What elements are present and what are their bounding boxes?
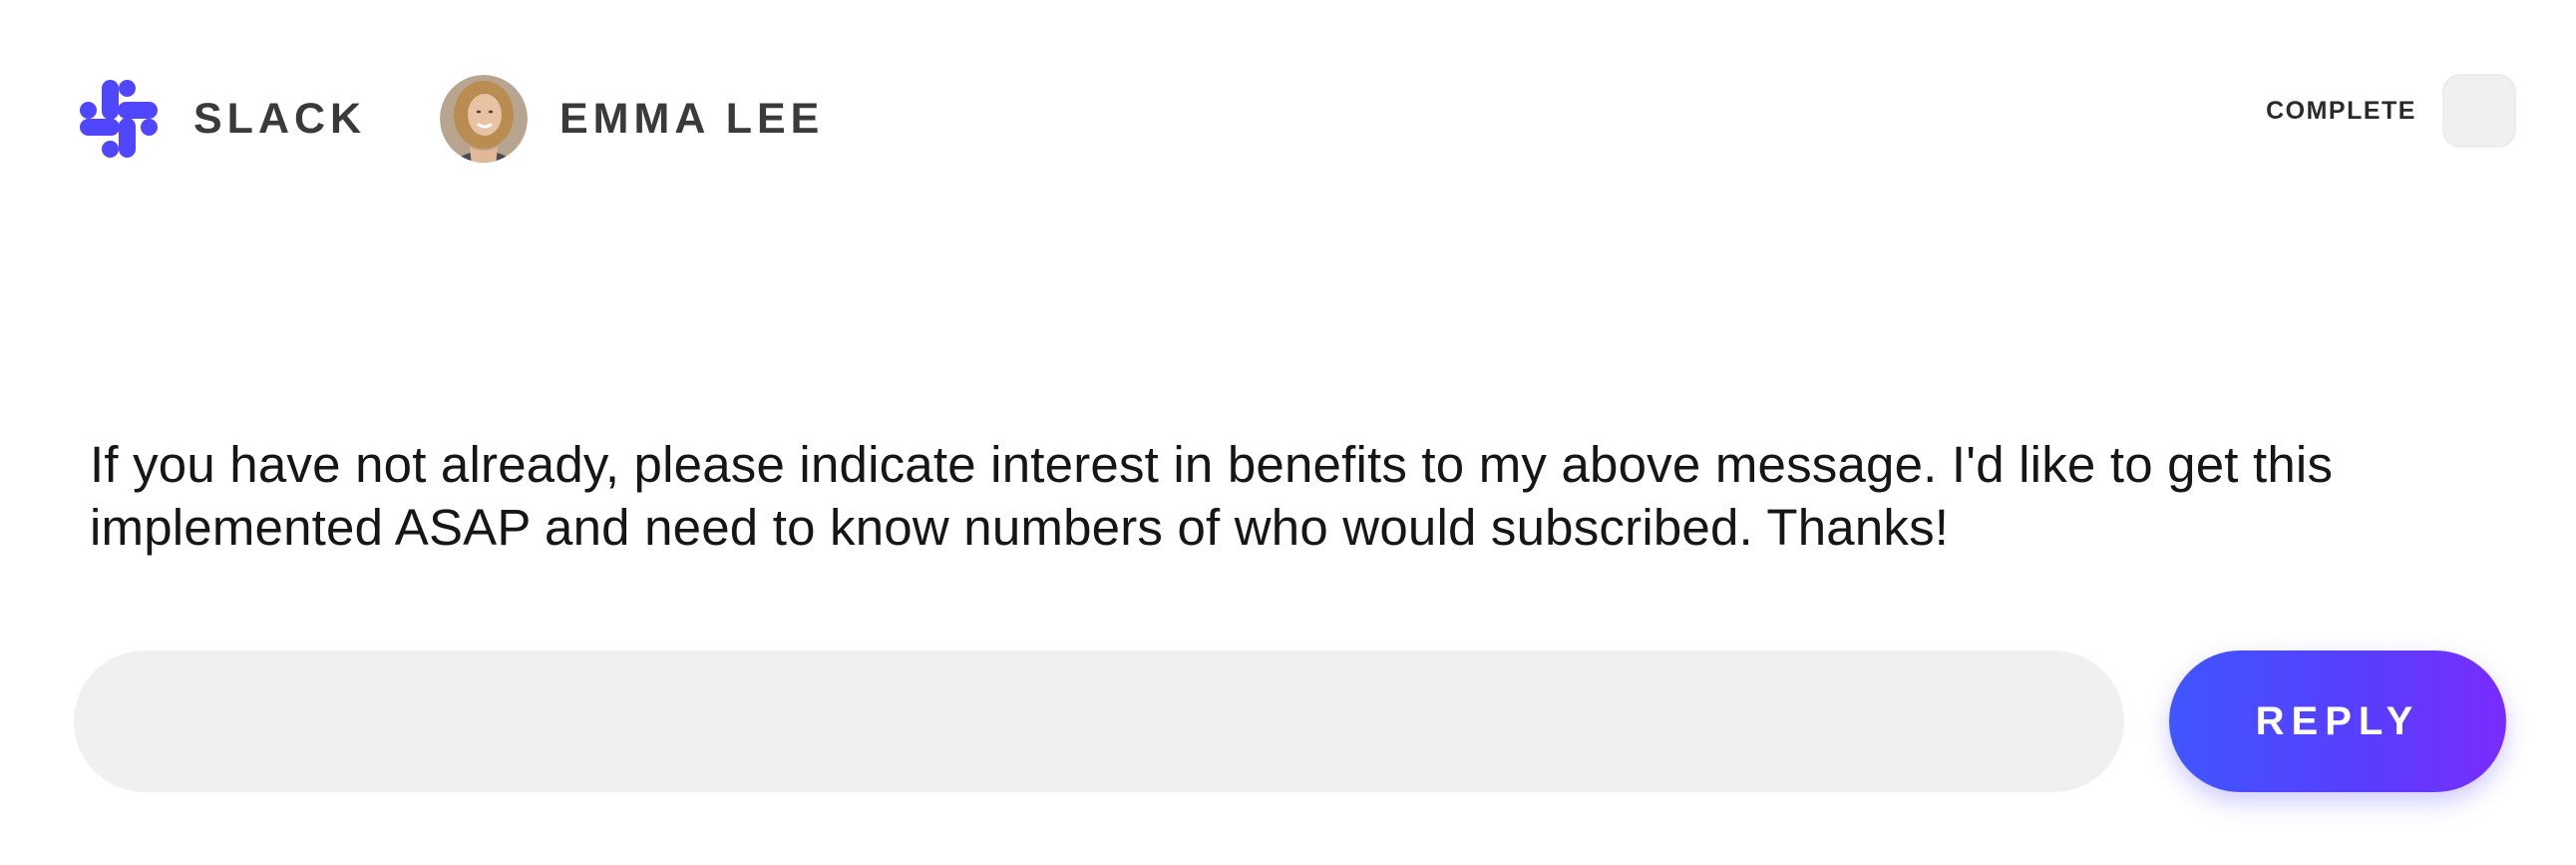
app-name: SLACK bbox=[193, 94, 367, 143]
reply-input[interactable] bbox=[74, 650, 2124, 792]
app-source: SLACK bbox=[74, 74, 366, 164]
message-text: If you have not already, please indicate… bbox=[90, 436, 2334, 556]
slack-logo-icon bbox=[80, 80, 158, 158]
sender: EMMA LEE bbox=[440, 74, 824, 164]
sender-name: EMMA LEE bbox=[559, 94, 825, 143]
complete-checkbox[interactable] bbox=[2442, 74, 2516, 148]
reply-button-label: REPLY bbox=[2255, 698, 2420, 743]
complete-label: COMPLETE bbox=[2266, 96, 2416, 125]
card-header: SLACK EMMA LEE COMPLETE bbox=[0, 0, 2576, 239]
reply-button[interactable]: REPLY bbox=[2169, 650, 2506, 792]
complete-toggle[interactable]: COMPLETE bbox=[2266, 74, 2516, 148]
avatar bbox=[440, 75, 528, 163]
